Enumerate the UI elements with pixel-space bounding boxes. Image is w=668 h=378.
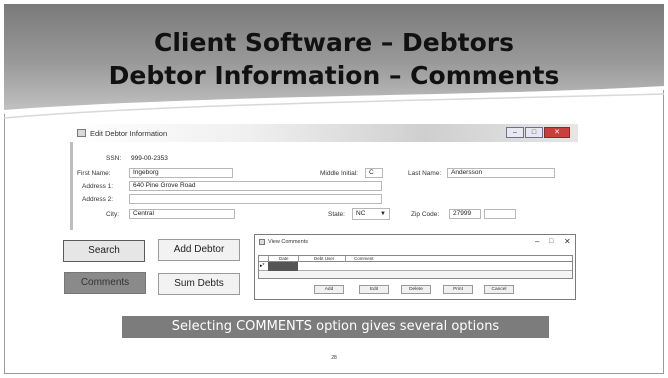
city-label: City: xyxy=(106,211,119,218)
maximize-icon[interactable]: □ xyxy=(549,238,553,245)
minimize-icon[interactable]: – xyxy=(535,237,539,246)
slide-title-line2: Debtor Information – Comments xyxy=(108,61,560,90)
zip-field[interactable]: 27999 xyxy=(449,209,481,219)
cancel-button[interactable]: Cancel xyxy=(484,285,514,294)
minimize-icon[interactable]: – xyxy=(506,127,524,138)
close-icon[interactable]: ✕ xyxy=(544,127,570,138)
slide-title-line1: Client Software – Debtors xyxy=(154,28,514,57)
address2-field[interactable] xyxy=(129,194,382,204)
table-row[interactable] xyxy=(259,262,572,271)
print-comments-button[interactable]: Print xyxy=(443,285,473,294)
chevron-down-icon: ▼ xyxy=(380,211,386,217)
comments-window-title: View Comments xyxy=(268,239,308,245)
close-icon[interactable]: ✕ xyxy=(564,237,571,246)
middle-initial-field[interactable]: C xyxy=(365,168,383,178)
ssn-value: 999-00-2353 xyxy=(131,155,168,162)
app-icon xyxy=(259,239,265,245)
city-field[interactable]: Central xyxy=(129,209,235,219)
search-button[interactable]: Search xyxy=(63,240,145,262)
app-icon xyxy=(77,129,86,137)
new-row-marker-icon: ▸* xyxy=(260,263,265,269)
last-name-field[interactable]: Andersson xyxy=(447,168,555,178)
caption-banner: Selecting COMMENTS option gives several … xyxy=(122,316,549,338)
middle-initial-label: Middle Initial: xyxy=(320,170,358,177)
add-debtor-button[interactable]: Add Debtor xyxy=(158,239,240,261)
page-number: 28 xyxy=(331,355,337,361)
delete-comment-button[interactable]: Delete xyxy=(401,285,431,294)
address1-label: Address 1: xyxy=(82,183,114,190)
state-select[interactable]: NC ▼ xyxy=(352,208,390,220)
edit-debtor-window: Edit Debtor Information – □ ✕ SSN: 999-0… xyxy=(70,124,578,230)
last-name-label: Last Name: xyxy=(408,170,442,177)
selected-cell[interactable] xyxy=(268,262,298,271)
first-name-field[interactable]: Ingeborg xyxy=(129,168,233,178)
address2-label: Address 2: xyxy=(82,196,114,203)
zip-label: Zip Code: xyxy=(411,211,440,218)
sum-debts-button[interactable]: Sum Debts xyxy=(158,273,240,295)
address1-field[interactable]: 640 Pine Grove Road xyxy=(129,181,382,191)
comments-button[interactable]: Comments xyxy=(64,272,146,294)
state-value: NC xyxy=(356,210,366,217)
view-comments-window: View Comments – □ ✕ Date Debt User Comme… xyxy=(254,234,576,300)
state-label: State: xyxy=(328,211,345,218)
first-name-label: First Name: xyxy=(77,170,111,177)
comments-grid[interactable]: Date Debt User Comment ▸* xyxy=(258,255,573,279)
ssn-label: SSN: xyxy=(106,155,122,162)
zip-ext-field[interactable] xyxy=(484,209,516,219)
edit-window-titlebar: Edit Debtor Information – □ ✕ xyxy=(70,124,578,142)
edit-window-title: Edit Debtor Information xyxy=(90,129,168,138)
add-comment-button[interactable]: Add xyxy=(314,285,344,294)
slide: Client Software – Debtors Debtor Informa… xyxy=(0,0,668,378)
window-edge xyxy=(70,142,73,230)
maximize-icon[interactable]: □ xyxy=(525,127,543,138)
edit-comment-button[interactable]: Edit xyxy=(359,285,389,294)
